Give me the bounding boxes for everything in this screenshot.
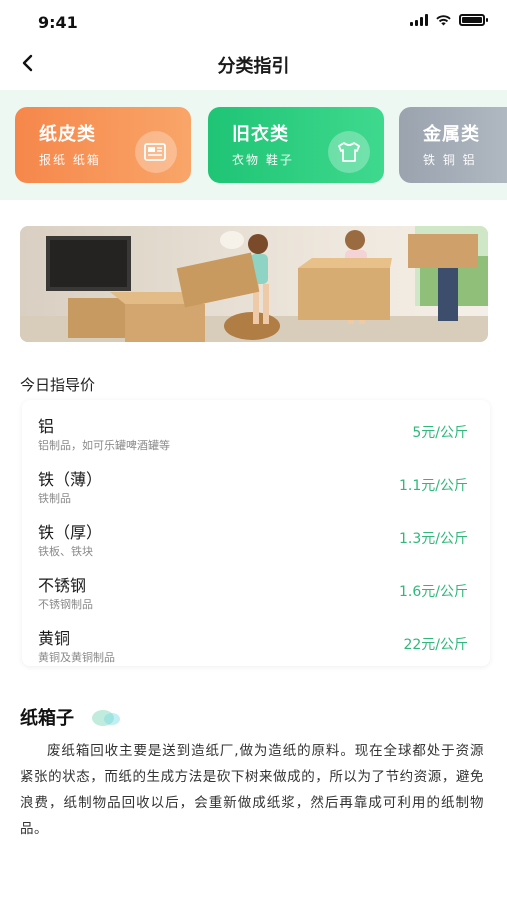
- price-item-desc: 铝制品，如可乐罐啤酒罐等: [38, 439, 170, 452]
- price-row[interactable]: 黄铜 黄铜及黄铜制品 22元/公斤: [22, 615, 490, 668]
- price-row[interactable]: 铁（厚） 铁板、铁块 1.3元/公斤: [22, 509, 490, 562]
- price-item-value: 5元/公斤: [412, 425, 468, 441]
- newspaper-icon: [135, 131, 177, 173]
- price-item-name: 铁（厚）: [38, 523, 103, 542]
- price-row[interactable]: 铝 铝制品，如可乐罐啤酒罐等 5元/公斤: [22, 403, 490, 456]
- category-subtitle: 报纸 纸箱: [39, 153, 101, 167]
- category-title: 金属类: [423, 124, 480, 145]
- category-card-metal[interactable]: 金属类 铁 铜 铝: [399, 107, 507, 183]
- price-item-name: 铁（薄）: [38, 470, 103, 489]
- category-subtitle: 铁 铜 铝: [423, 153, 477, 167]
- article-header: 纸箱子: [20, 704, 120, 732]
- category-title: 纸皮类: [39, 124, 96, 145]
- price-item-desc: 铁板、铁块: [38, 545, 93, 558]
- status-time: 9:41: [38, 13, 78, 32]
- tshirt-icon: [328, 131, 370, 173]
- wifi-icon: [436, 15, 451, 26]
- price-item-name: 铝: [38, 417, 55, 436]
- price-item-desc: 黄铜及黄铜制品: [38, 651, 115, 664]
- price-row[interactable]: 不锈钢 不锈钢制品 1.6元/公斤: [22, 562, 490, 615]
- price-list: 铝 铝制品，如可乐罐啤酒罐等 5元/公斤 铁（薄） 铁制品 1.1元/公斤 铁（…: [22, 400, 490, 666]
- banner-image[interactable]: [20, 226, 488, 342]
- banner-illustration: [20, 226, 488, 342]
- category-title: 旧衣类: [232, 124, 289, 145]
- price-item-desc: 不锈钢制品: [38, 598, 93, 611]
- title-decoration: [104, 713, 120, 725]
- status-icons: [410, 14, 488, 26]
- price-item-value: 1.6元/公斤: [399, 584, 468, 600]
- category-strip: 纸皮类 报纸 纸箱 旧衣类 衣物 鞋子 金属类 铁 铜 铝: [0, 90, 507, 200]
- price-item-value: 22元/公斤: [403, 637, 468, 653]
- price-item-name: 不锈钢: [38, 576, 87, 595]
- battery-icon: [459, 14, 488, 26]
- page-title: 分类指引: [217, 56, 290, 77]
- article-title: 纸箱子: [20, 708, 74, 729]
- price-item-desc: 铁制品: [38, 492, 71, 505]
- category-card-paper[interactable]: 纸皮类 报纸 纸箱: [15, 107, 191, 183]
- price-item-name: 黄铜: [38, 629, 71, 648]
- price-item-value: 1.1元/公斤: [399, 478, 468, 494]
- category-card-clothes[interactable]: 旧衣类 衣物 鞋子: [208, 107, 384, 183]
- status-bar: 9:41: [0, 0, 507, 44]
- price-section-title: 今日指导价: [20, 376, 96, 394]
- price-row[interactable]: 铁（薄） 铁制品 1.1元/公斤: [22, 456, 490, 509]
- nav-bar: 分类指引: [0, 44, 507, 84]
- signal-icon: [410, 14, 428, 26]
- category-subtitle: 衣物 鞋子: [232, 153, 294, 167]
- price-item-value: 1.3元/公斤: [399, 531, 468, 547]
- article-body: 废纸箱回收主要是送到造纸厂,做为造纸的原料。现在全球都处于资源紧张的状态，而纸的…: [20, 743, 484, 837]
